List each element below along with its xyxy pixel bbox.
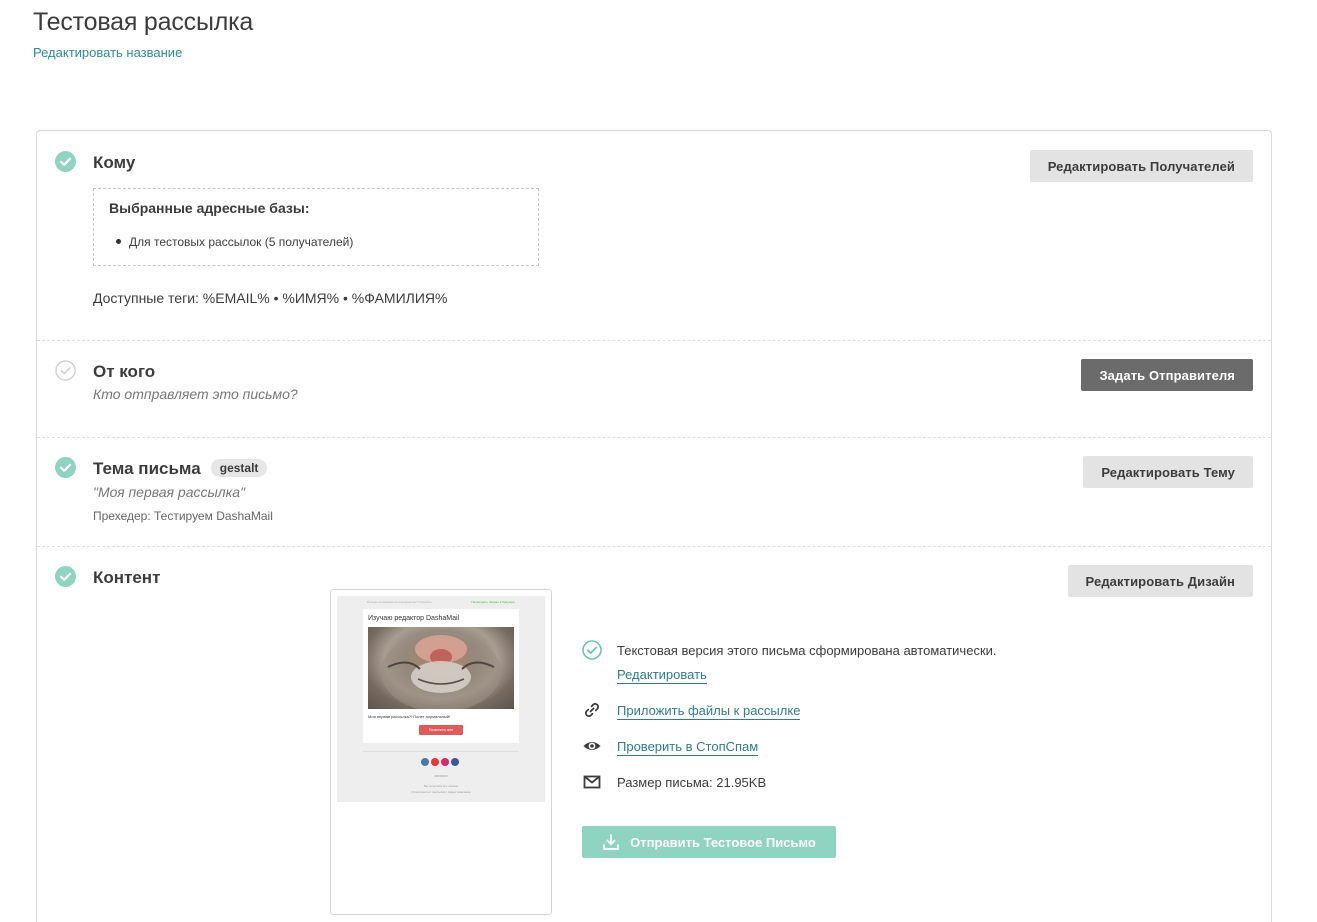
page-title: Тестовая рассылка: [33, 8, 254, 36]
text-version-note: Текстовая версия этого письма сформирова…: [617, 643, 997, 658]
subject-title-row: Тема письма gestalt: [93, 459, 268, 479]
rename-link[interactable]: Редактировать название: [33, 45, 182, 60]
envelope-icon: [583, 775, 601, 789]
check-done-icon: [55, 566, 76, 587]
preheader-text: Прехедер: Тестируем DashaMail: [93, 509, 273, 523]
preview-cta-button: Позвонить мне: [419, 725, 463, 735]
recipients-section: Кому Редактировать Получателей Выбранные…: [37, 131, 1271, 340]
instagram-icon: [441, 758, 449, 766]
edit-text-version-link[interactable]: Редактировать: [617, 667, 707, 684]
attach-files-link[interactable]: Приложить файлы к рассылке: [617, 703, 801, 720]
eye-icon: [583, 742, 601, 750]
send-test-email-button[interactable]: Отправить Тестовое Письмо: [582, 826, 836, 858]
edit-subject-button[interactable]: Редактировать Тему: [1083, 456, 1253, 488]
subject-badge: gestalt: [210, 459, 268, 477]
address-bases-box: Выбранные адресные базы: Для тестовых ра…: [93, 188, 539, 266]
preview-top-text: Письмо отображается некорректно? Откройт…: [367, 600, 432, 604]
subject-text: "Моя первая рассылка": [93, 484, 246, 500]
subject-title: Тема письма: [93, 459, 201, 478]
stopspam-link[interactable]: Проверить в СтопСпам: [617, 739, 759, 756]
cat-image: [368, 627, 514, 709]
preview-footer-3: Отписаться от рассылки | Адрес компании: [411, 790, 471, 794]
available-tags: Доступные теги: %EMAIL% • %ИМЯ% • %ФАМИЛ…: [93, 290, 448, 306]
check-done-icon: [55, 151, 76, 172]
bases-item: Для тестовых рассылок (5 получателей): [116, 235, 353, 249]
preview-divider: [363, 751, 519, 752]
recipients-title: Кому: [93, 153, 136, 172]
sender-title: От кого: [93, 362, 156, 381]
preview-top-link: Посмотреть письмо в браузере: [471, 600, 515, 604]
check-done-icon: [55, 457, 76, 478]
campaign-card: Кому Редактировать Получателей Выбранные…: [36, 130, 1272, 922]
content-title: Контент: [93, 568, 161, 587]
content-section: Контент Редактировать Дизайн: [37, 546, 1271, 922]
preview-footer-2: Вы получили это письмо: [423, 784, 459, 788]
sender-section: От кого Кто отправляет это письмо? Задат…: [37, 340, 1271, 437]
preview-background: Письмо отображается некорректно? Откройт…: [337, 596, 545, 802]
download-icon: [603, 834, 620, 850]
email-size: Размер письма: 21.95KB: [617, 775, 767, 790]
check-pending-icon: [55, 360, 76, 381]
email-preview[interactable]: Письмо отображается некорректно? Откройт…: [330, 589, 552, 915]
set-sender-button[interactable]: Задать Отправителя: [1081, 359, 1253, 391]
sender-subtitle: Кто отправляет это письмо?: [93, 386, 298, 402]
vk-icon: [421, 758, 429, 766]
preview-heading: Изучаю редактор DashaMail: [368, 615, 460, 622]
preview-card: Изучаю редактор DashaMail Моя первая рас…: [363, 609, 519, 743]
preview-socials: [421, 758, 459, 766]
youtube-icon: [431, 758, 439, 766]
facebook-icon: [451, 758, 459, 766]
preview-footer-1: #0000000: [434, 774, 448, 778]
send-test-email-label: Отправить Тестовое Письмо: [630, 834, 816, 850]
subject-section: Тема письма gestalt "Моя первая рассылка"…: [37, 437, 1271, 546]
check-circle-icon: [582, 640, 602, 660]
bases-title: Выбранные адресные базы:: [109, 200, 310, 216]
preview-body-text: Моя первая рассылка?! Полет нормальный!: [368, 714, 451, 719]
edit-recipients-button[interactable]: Редактировать Получателей: [1029, 150, 1253, 182]
cat-face-icon: [381, 632, 501, 709]
link-icon: [585, 703, 599, 717]
edit-design-button[interactable]: Редактировать Дизайн: [1067, 565, 1253, 597]
